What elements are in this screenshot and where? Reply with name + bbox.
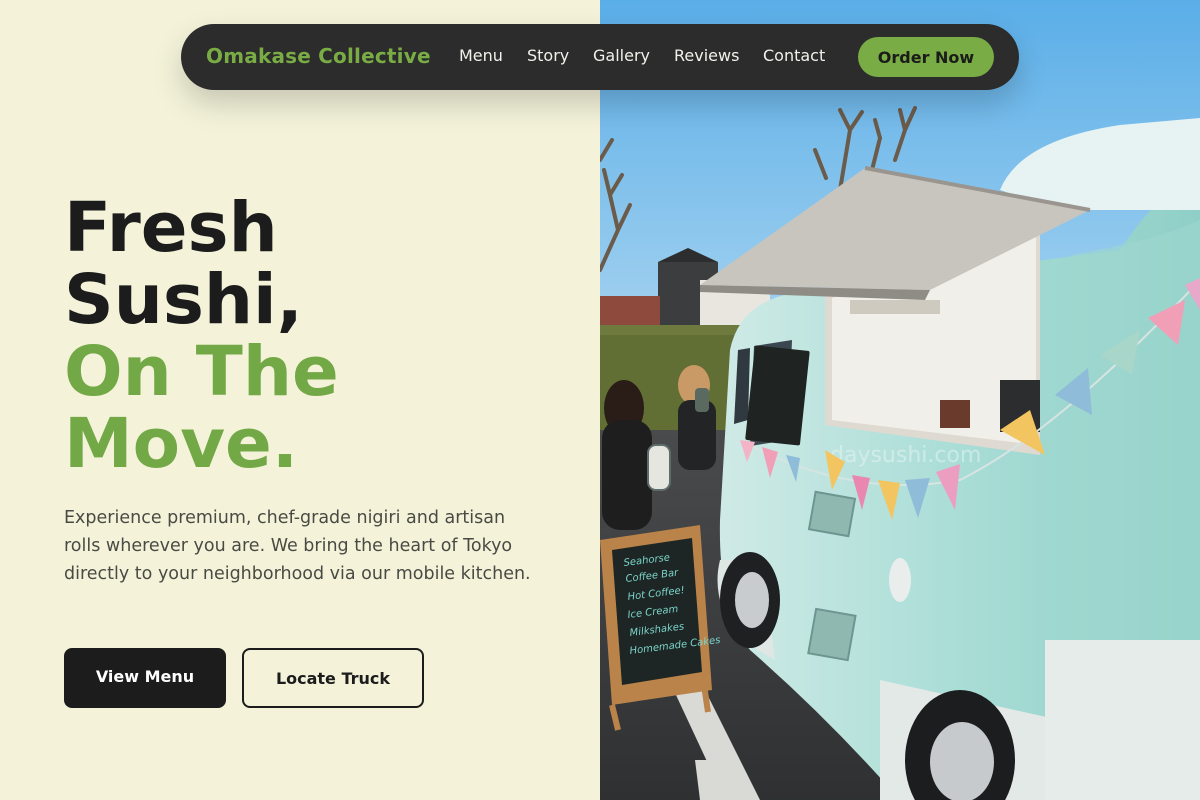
headline-accent-line-1: On The	[64, 332, 339, 412]
nav-link-menu[interactable]: Menu	[459, 46, 503, 65]
truck-window-text: daysushi.com	[830, 443, 981, 468]
hero-description: Experience premium, chef-grade nigiri an…	[64, 508, 531, 584]
food-truck-illustration: Seahorse Coffee Bar Hot Coffee! Ice Crea…	[600, 0, 1200, 800]
brand-logo[interactable]: Omakase Collective	[206, 44, 431, 68]
hero-photo: Seahorse Coffee Bar Hot Coffee! Ice Crea…	[600, 0, 1200, 800]
hero-text-panel: Fresh Sushi, On The Move. Experience pre…	[0, 0, 600, 800]
nav-link-reviews[interactable]: Reviews	[674, 46, 739, 65]
order-now-button[interactable]: Order Now	[858, 37, 994, 77]
view-menu-button[interactable]: View Menu	[64, 648, 226, 708]
nav-link-story[interactable]: Story	[527, 46, 569, 65]
locate-truck-button[interactable]: Locate Truck	[242, 648, 424, 708]
hero-headline: Fresh Sushi, On The Move.	[64, 192, 339, 480]
headline-line-1: Fresh	[64, 188, 278, 268]
headline-line-2: Sushi,	[64, 260, 303, 340]
headline-accent-line-2: Move.	[64, 404, 299, 484]
top-navbar: Omakase Collective Menu Story Gallery Re…	[181, 24, 1019, 90]
nav-link-contact[interactable]: Contact	[763, 46, 825, 65]
nav-link-gallery[interactable]: Gallery	[593, 46, 650, 65]
